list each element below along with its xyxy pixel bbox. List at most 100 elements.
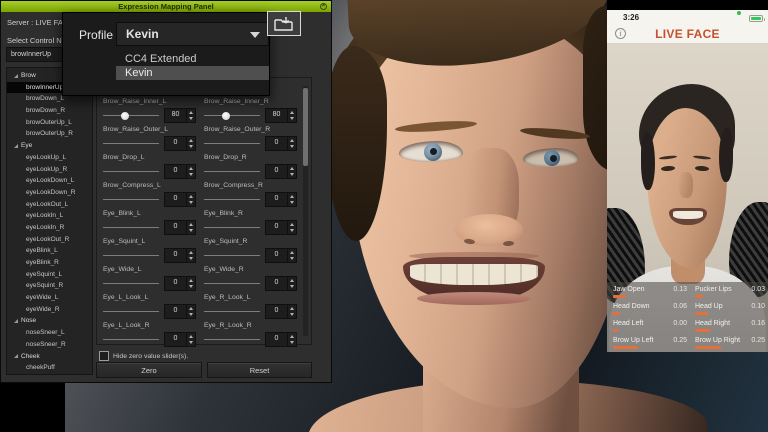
slider-track[interactable]	[103, 311, 159, 312]
spin-down-icon[interactable]	[187, 284, 195, 291]
value-spinbox[interactable]: 0	[265, 220, 297, 235]
expander-icon	[14, 74, 18, 78]
reset-button[interactable]: Reset	[207, 362, 312, 378]
slider-track[interactable]	[204, 339, 260, 340]
spin-down-icon[interactable]	[288, 256, 296, 263]
slider-track[interactable]	[204, 171, 260, 172]
slider-track[interactable]	[103, 199, 159, 200]
spin-down-icon[interactable]	[187, 312, 195, 319]
value-spinbox[interactable]: 0	[265, 164, 297, 179]
slider-track[interactable]	[103, 143, 159, 144]
tree-item-browDown_R[interactable]: browDown_R	[7, 105, 92, 117]
person-hair-side	[719, 128, 733, 182]
value-spinbox[interactable]: 0	[164, 248, 196, 263]
slider-track[interactable]	[204, 227, 260, 228]
slider-track[interactable]	[103, 283, 159, 284]
folder-import-icon[interactable]	[267, 11, 301, 36]
slider-track[interactable]	[204, 283, 260, 284]
metric-value: 0.13	[673, 286, 687, 293]
slider-label: Brow_Raise_Inner_R	[204, 98, 297, 105]
tree-item-eyeSquint_L[interactable]: eyeSquint_L	[7, 269, 92, 281]
scrollbar-thumb[interactable]	[303, 88, 308, 166]
profile-option-cc4-extended[interactable]: CC4 Extended	[116, 52, 269, 66]
tree-item-eyeBlink_L[interactable]: eyeBlink_L	[7, 245, 92, 257]
spin-down-icon[interactable]	[187, 340, 195, 347]
profile-combobox[interactable]: Kevin	[116, 22, 269, 46]
value-spinbox[interactable]: 0	[265, 332, 297, 347]
value-spinbox[interactable]: 0	[164, 220, 196, 235]
tree-item-eyeLookIn_L[interactable]: eyeLookIn_L	[7, 210, 92, 222]
tree-item-cheekPuff[interactable]: cheekPuff	[7, 362, 92, 374]
metrics-left-column: Jaw Open0.13Head Down0.06Head Left0.00Br…	[613, 286, 687, 352]
value-spinbox[interactable]: 80	[265, 108, 297, 123]
close-icon[interactable]: ×	[320, 3, 327, 10]
slider-track[interactable]	[204, 115, 260, 116]
spin-down-icon[interactable]	[187, 256, 195, 263]
tree-item-eyeWide_R[interactable]: eyeWide_R	[7, 304, 92, 316]
tree-item-eyeLookOut_L[interactable]: eyeLookOut_L	[7, 199, 92, 211]
slider-track[interactable]	[204, 255, 260, 256]
tree-item-eyeLookUp_L[interactable]: eyeLookUp_L	[7, 152, 92, 164]
spin-down-icon[interactable]	[288, 200, 296, 207]
tree-item-browOuterUp_L[interactable]: browOuterUp_L	[7, 117, 92, 129]
value-spinbox[interactable]: 0	[164, 332, 196, 347]
value-spinbox[interactable]: 80	[164, 108, 196, 123]
slider-track[interactable]	[103, 339, 159, 340]
tree-group-eye[interactable]: Eye	[7, 140, 92, 152]
slider-track[interactable]	[103, 171, 159, 172]
spin-down-icon[interactable]	[288, 228, 296, 235]
value-spinbox[interactable]: 0	[164, 136, 196, 151]
slider-track[interactable]	[204, 143, 260, 144]
slider-track[interactable]	[103, 255, 159, 256]
tree-item-eyeWide_L[interactable]: eyeWide_L	[7, 292, 92, 304]
spin-down-icon[interactable]	[187, 172, 195, 179]
value-spinbox[interactable]: 0	[265, 248, 297, 263]
value-spinbox[interactable]: 0	[265, 192, 297, 207]
profile-option-kevin[interactable]: Kevin	[116, 66, 269, 80]
tree-item-eyeLookUp_R[interactable]: eyeLookUp_R	[7, 164, 92, 176]
spin-down-icon[interactable]	[187, 116, 195, 123]
value-spinbox[interactable]: 0	[265, 136, 297, 151]
metric-bar	[613, 295, 626, 298]
spin-down-icon[interactable]	[288, 172, 296, 179]
tree-item-eyeLookOut_R[interactable]: eyeLookOut_R	[7, 234, 92, 246]
metric-label: Head Left	[613, 320, 643, 327]
tree-item-browOuterUp_R[interactable]: browOuterUp_R	[7, 128, 92, 140]
tree-item-eyeSquint_R[interactable]: eyeSquint_R	[7, 280, 92, 292]
spin-down-icon[interactable]	[187, 228, 195, 235]
spin-down-icon[interactable]	[288, 340, 296, 347]
slider-Eye_R_Look_R: Eye_R_Look_R0	[204, 322, 297, 350]
tree-item-eyeLookDown_L[interactable]: eyeLookDown_L	[7, 175, 92, 187]
spin-down-icon[interactable]	[288, 144, 296, 151]
slider-handle[interactable]	[222, 112, 230, 120]
zero-button[interactable]: Zero	[96, 362, 202, 378]
hide-zero-checkbox[interactable]	[99, 351, 109, 361]
tree-item-noseSneer_L[interactable]: noseSneer_L	[7, 327, 92, 339]
tree-item-noseSneer_R[interactable]: noseSneer_R	[7, 339, 92, 351]
spin-down-icon[interactable]	[288, 284, 296, 291]
value-spinbox[interactable]: 0	[265, 304, 297, 319]
slider-handle[interactable]	[121, 112, 129, 120]
battery-tip	[764, 18, 766, 21]
slider-track[interactable]	[204, 199, 260, 200]
value-spinbox[interactable]: 0	[164, 304, 196, 319]
scrollbar[interactable]	[303, 86, 308, 336]
spin-down-icon[interactable]	[288, 312, 296, 319]
slider-track[interactable]	[204, 311, 260, 312]
value-spinbox[interactable]: 0	[164, 276, 196, 291]
value-spinbox[interactable]: 0	[265, 276, 297, 291]
tree-item-eyeLookDown_R[interactable]: eyeLookDown_R	[7, 187, 92, 199]
tree-item-eyeLookIn_R[interactable]: eyeLookIn_R	[7, 222, 92, 234]
tree-item-eyeBlink_R[interactable]: eyeBlink_R	[7, 257, 92, 269]
spin-down-icon[interactable]	[288, 116, 296, 123]
metric-label: Head Up	[695, 303, 723, 310]
tree-group-nose[interactable]: Nose	[7, 315, 92, 327]
spin-value: 0	[266, 137, 287, 150]
slider-track[interactable]	[103, 115, 159, 116]
spin-down-icon[interactable]	[187, 144, 195, 151]
spin-down-icon[interactable]	[187, 200, 195, 207]
value-spinbox[interactable]: 0	[164, 192, 196, 207]
tree-group-cheek[interactable]: Cheek	[7, 351, 92, 363]
value-spinbox[interactable]: 0	[164, 164, 196, 179]
slider-track[interactable]	[103, 227, 159, 228]
